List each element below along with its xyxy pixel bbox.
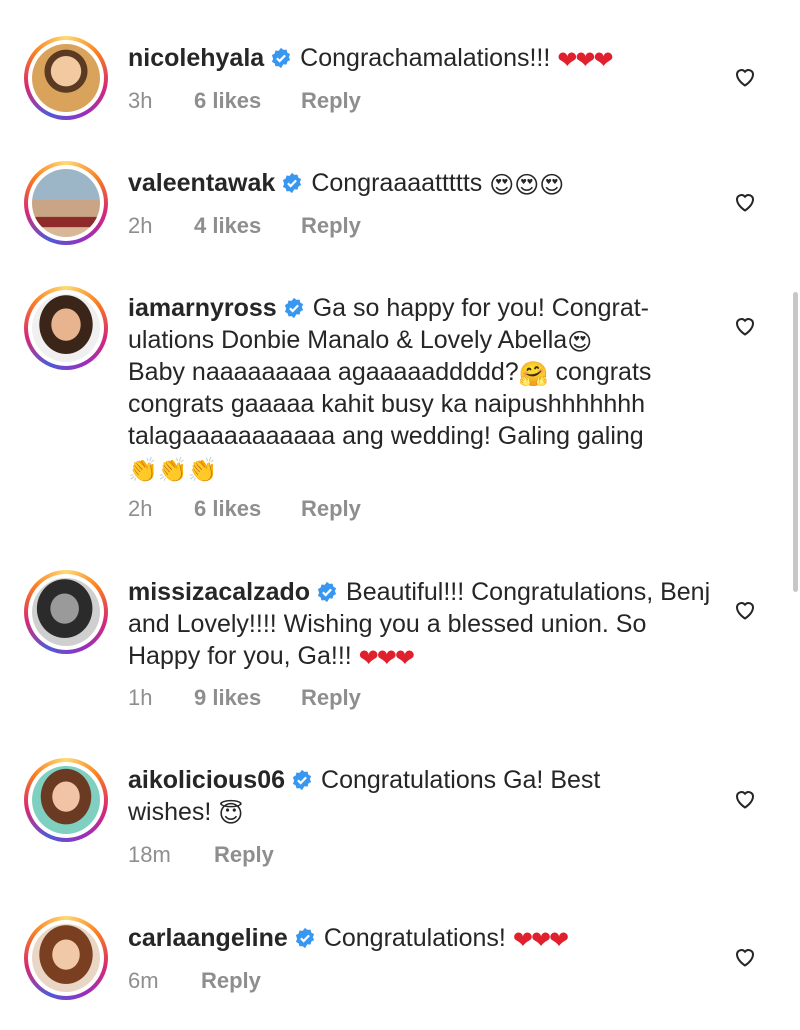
comment-text: valeentawak Congraaaattttts 😍😍😍 (128, 167, 718, 199)
heart-outline-icon[interactable] (733, 945, 757, 969)
verified-badge-icon (272, 47, 291, 69)
verified-badge-icon (295, 927, 314, 949)
avatar[interactable] (24, 570, 108, 654)
hearts-emoji: ❤❤❤ (512, 927, 569, 954)
username[interactable]: missizacalzado (128, 578, 310, 606)
username[interactable]: aikolicious06 (128, 766, 285, 794)
verified-badge-icon (284, 297, 303, 319)
heart-eyes-emoji: 😍😍😍 (489, 172, 565, 199)
username[interactable]: nicolehyala (128, 44, 264, 72)
avatar[interactable] (24, 916, 108, 1000)
comment-time: 2h (128, 213, 153, 238)
likes-count[interactable]: 4 likes (194, 213, 301, 239)
reply-button[interactable]: Reply (301, 213, 361, 239)
likes-count[interactable]: 6 likes (194, 496, 301, 522)
avatar[interactable] (24, 758, 108, 842)
comment-meta: 2h 6 likes Reply (128, 496, 361, 522)
comment-time: 2h (128, 496, 153, 521)
comment-meta: 3h 6 likes Reply (128, 88, 361, 114)
username[interactable]: carlaangeline (128, 924, 288, 952)
likes-count[interactable]: 9 likes (194, 685, 301, 711)
comment-meta: 2h 4 likes Reply (128, 213, 361, 239)
comment-meta: 6m Reply (128, 968, 261, 994)
avatar[interactable] (24, 286, 108, 370)
heart-outline-icon[interactable] (733, 314, 757, 338)
hugging-emoji: 🤗 (518, 361, 549, 388)
heart-outline-icon[interactable] (733, 190, 757, 214)
reply-button[interactable]: Reply (214, 842, 274, 868)
comment-body: Baby naaaaaaaaa agaaaaaddddd? (128, 358, 519, 386)
reply-button[interactable]: Reply (301, 88, 361, 114)
comment-meta: 18m Reply (128, 842, 274, 868)
username[interactable]: iamarnyross (128, 294, 277, 322)
comment-text: aikolicious06 Congratulations Ga! Best wi… (128, 764, 648, 828)
reply-button[interactable]: Reply (301, 685, 361, 711)
comment-text: nicolehyala Congrachamalations!!! ❤❤❤ (128, 42, 718, 74)
comment-body: Congratulations! (323, 924, 513, 952)
comment-time: 3h (128, 88, 153, 113)
avatar[interactable] (24, 161, 108, 245)
avatar[interactable] (24, 36, 108, 120)
comment-body: Congraaaattttts (311, 169, 490, 197)
halo-smile-emoji: 😇 (218, 801, 244, 828)
heart-outline-icon[interactable] (733, 787, 757, 811)
comment-text: carlaangeline Congratulations! ❤❤❤ (128, 922, 718, 954)
comment-meta: 1h 9 likes Reply (128, 685, 361, 711)
verified-badge-icon (283, 172, 302, 194)
comment-time: 1h (128, 685, 153, 710)
heart-outline-icon[interactable] (733, 65, 757, 89)
comment-body: Congrachamalations!!! (300, 44, 558, 72)
comment-text: iamarnyross Ga so happy for you! Congrat-… (128, 292, 698, 484)
heart-eyes-emoji: 😍 (567, 329, 593, 356)
verified-badge-icon (317, 581, 337, 603)
scrollbar[interactable] (793, 292, 798, 592)
hearts-emoji: ❤❤❤ (358, 645, 415, 672)
reply-button[interactable]: Reply (301, 496, 361, 522)
hearts-emoji: ❤❤❤ (557, 47, 613, 74)
comment-time: 18m (128, 842, 171, 867)
likes-count[interactable]: 6 likes (194, 88, 301, 114)
verified-badge-icon (292, 769, 312, 791)
heart-outline-icon[interactable] (733, 598, 757, 622)
comment-time: 6m (128, 968, 159, 993)
username[interactable]: valeentawak (128, 169, 275, 197)
comment-text: missizacalzado Beautiful!!! Congratulatio… (128, 576, 718, 672)
reply-button[interactable]: Reply (201, 968, 261, 994)
clap-emoji: 👏👏👏 (128, 457, 218, 484)
